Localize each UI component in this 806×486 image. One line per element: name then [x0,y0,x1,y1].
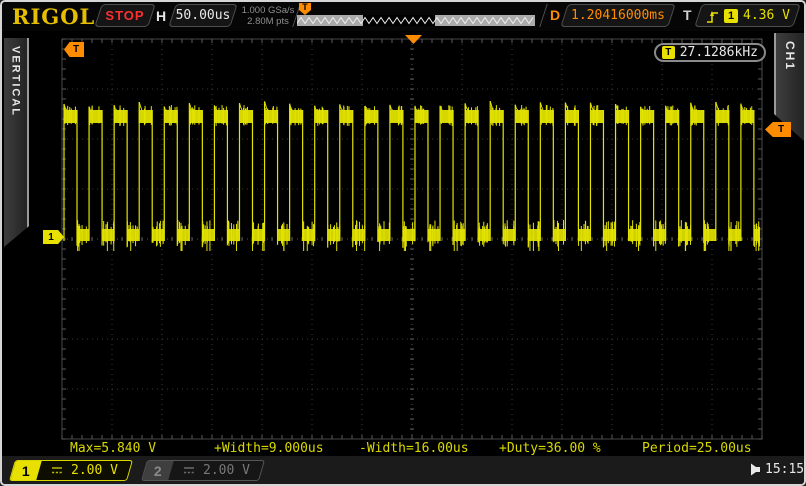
trigger-level-marker-icon[interactable]: T [765,122,791,137]
channel1-scale: 2.00 V [71,463,118,478]
measurement-period: Period=25.00us [642,441,752,456]
timebase-value: 50.00us [176,8,231,23]
vertical-menu-label: VERTICAL [10,46,22,117]
rising-edge-icon [705,7,719,24]
trigger-source-badge: 1 [724,9,738,23]
run-status: STOP [105,8,144,23]
memory-depth: 2.80M pts [240,16,296,27]
dc-coupling-icon [182,466,196,475]
oscilloscope-screen: RIGOL STOP H 50.00us 1.000 GSa/s 2.80M p… [0,0,806,486]
channel2-badge: 2 [154,463,162,479]
trigger-time-flag-icon[interactable]: T [64,42,84,57]
top-status-bar: RIGOL STOP H 50.00us 1.000 GSa/s 2.80M p… [2,2,804,31]
clock-area: 15:15 [750,462,804,477]
channel1-status-box[interactable]: 1 2.00 V [9,460,133,481]
trigger-level-value: 4.36 V [743,8,790,23]
measurement-pduty: +Duty=36.00 % [499,441,601,456]
frequency-value: 27.1286kHz [680,45,758,60]
divider [539,4,547,27]
channel2-status-box[interactable]: 2 2.00 V [141,460,265,481]
timebase-panel[interactable]: 50.00us [168,4,237,27]
horizontal-label: H [156,8,166,24]
counter-source-badge: T [662,46,675,59]
measurement-max: Max=5.840 V [70,441,156,456]
rigol-logo: RIGOL [12,4,95,29]
delay-label: D [550,7,560,23]
trigger-delay-value: 1.20416000ms [571,8,665,23]
channel1-ground-marker-icon[interactable]: 1 [43,230,64,244]
run-status-panel: STOP [94,4,155,27]
trigger-info-panel[interactable]: 1 4.36 V [694,4,800,27]
trigger-label: T [683,7,692,23]
channel-status-bar: 1 2.00 V 2 2.00 V 15: [2,455,804,485]
channel1-badge: 1 [22,463,30,479]
measurement-pwidth: +Width=9.000us [214,441,324,456]
ch1-menu-label: CH1 [783,41,797,71]
speaker-icon [750,463,761,476]
measurement-nwidth: -Width=16.00us [359,441,469,456]
sample-rate: 1.000 GSa/s [240,5,296,16]
acquisition-info: 1.000 GSa/s 2.80M pts [240,5,296,27]
memory-trigger-position-icon: T [299,3,311,15]
trigger-position-icon[interactable] [405,35,422,44]
clock-time: 15:15 [765,462,804,477]
channel2-scale: 2.00 V [203,463,250,478]
dc-coupling-icon [50,466,64,475]
trigger-delay-panel[interactable]: 1.20416000ms [560,4,675,27]
memory-waveform-strip[interactable] [297,15,535,26]
frequency-counter: T 27.1286kHz [654,43,766,62]
sidebar-tab-vertical[interactable]: VERTICAL [4,38,29,247]
memory-waveform-icon [297,18,533,24]
waveform-display [2,2,804,484]
